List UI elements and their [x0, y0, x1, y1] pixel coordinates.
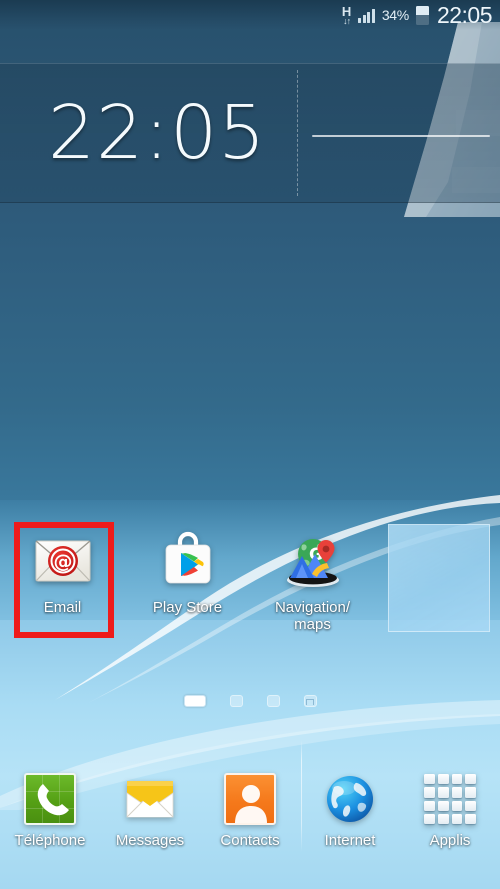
clock-widget-time: 22:05: [48, 90, 267, 176]
dock-divider: [301, 740, 302, 852]
battery-percent-label: 34%: [381, 7, 409, 23]
network-arrows-label: ↓↑: [343, 15, 351, 26]
dock-label-contacts: Contacts: [220, 832, 280, 849]
dock-label-telephone: Téléphone: [14, 832, 86, 849]
page-dot-4-home[interactable]: [303, 695, 317, 707]
app-slot-empty: [375, 512, 500, 657]
status-bar-clock: 22:05: [436, 1, 493, 28]
signal-bars-icon: [358, 8, 375, 23]
app-label-email: Email: [43, 599, 82, 616]
contacts-person-icon: [224, 773, 276, 825]
app-folder-navigation-maps[interactable]: G Navigation/ maps: [250, 512, 375, 657]
page-dot-1[interactable]: [183, 695, 206, 707]
app-icon-play-store[interactable]: Play Store: [125, 512, 250, 657]
svg-text:@: @: [53, 551, 72, 573]
app-label-play-store: Play Store: [152, 599, 223, 616]
message-envelope-icon: [124, 773, 176, 825]
dock-item-telephone[interactable]: Téléphone: [0, 773, 100, 849]
page-dot-2[interactable]: [229, 695, 243, 707]
battery-icon: [415, 5, 429, 25]
dashed-divider-icon: [297, 70, 298, 196]
horizontal-rule-icon: [312, 135, 490, 137]
clock-widget[interactable]: 22:05: [0, 63, 500, 203]
dock-item-internet[interactable]: Internet: [300, 773, 400, 849]
page-dot-3[interactable]: [266, 695, 280, 707]
play-store-bag-icon: [157, 530, 219, 592]
dock-label-applis: Applis: [429, 832, 471, 849]
hspa-data-icon: H ↓↑: [342, 5, 351, 26]
email-envelope-at-icon: @: [32, 530, 94, 592]
app-label-navigation-line1: Navigation/: [274, 599, 351, 616]
app-label-navigation-maps: Navigation/ maps: [253, 599, 373, 633]
app-label-navigation-line2: maps: [294, 616, 331, 633]
app-grid-row: @ Email Play Store G Navigation/ maps: [0, 512, 500, 657]
dock-bar: Téléphone Messages Contacts Internet App…: [0, 764, 500, 889]
status-bar[interactable]: H ↓↑ 34% 22:05: [0, 0, 500, 30]
dock-item-contacts[interactable]: Contacts: [200, 773, 300, 849]
dock-item-applis[interactable]: Applis: [400, 773, 500, 849]
maps-folder-icon: G: [282, 530, 344, 592]
dock-label-internet: Internet: [324, 832, 376, 849]
globe-browser-icon: [324, 773, 376, 825]
app-drawer-grid-icon: [424, 773, 476, 825]
dock-item-messages[interactable]: Messages: [100, 773, 200, 849]
phone-handset-icon: [24, 773, 76, 825]
app-icon-email[interactable]: @ Email: [0, 512, 125, 657]
page-indicator[interactable]: [0, 690, 500, 712]
dock-label-messages: Messages: [115, 832, 185, 849]
